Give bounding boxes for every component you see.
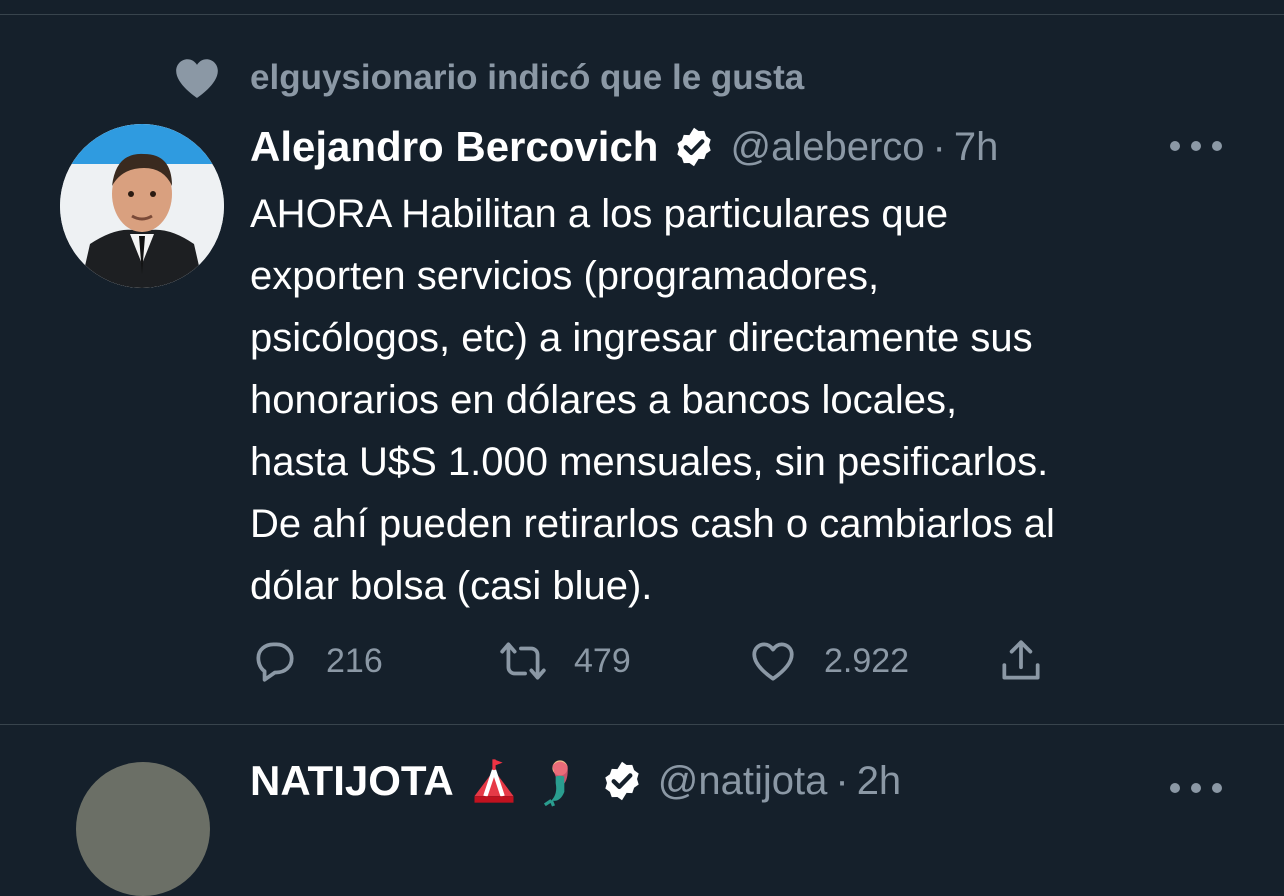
verified-badge-icon [672, 125, 716, 169]
share-button[interactable] [996, 632, 1046, 690]
circus-tent-emoji [468, 755, 520, 807]
tweet-divider [0, 724, 1284, 725]
retweet-icon [498, 636, 548, 686]
author-handle[interactable]: @aleberco [730, 125, 924, 170]
mermaid-emoji [534, 755, 586, 807]
next-tweet-header: NATIJOTA @natijota · 2h [250, 755, 902, 807]
tweet-timestamp[interactable]: 7h [954, 125, 999, 170]
tweet-text-line: psicólogos, etc) a ingresar directamente… [250, 316, 1033, 360]
reply-icon [250, 636, 300, 686]
tweet-text-line: AHORA Habilitan a los particulares que [250, 192, 949, 236]
next-header-separator: · [835, 758, 849, 803]
retweet-count: 479 [574, 641, 631, 680]
author-avatar[interactable] [60, 124, 224, 288]
social-context-text: elguysionario indicó que le gusta [250, 58, 805, 97]
tweet-text-line: dólar bolsa (casi blue). [250, 564, 653, 608]
tweet-text: AHORA Habilitan a los particulares que e… [250, 183, 1260, 617]
reply-button[interactable]: 216 [250, 632, 383, 690]
author-name[interactable]: Alejandro Bercovich [250, 123, 658, 171]
next-tweet-timestamp[interactable]: 2h [857, 759, 902, 804]
reply-count: 216 [326, 641, 383, 680]
like-icon [748, 636, 798, 686]
more-options-icon[interactable] [1170, 128, 1222, 164]
share-icon [996, 636, 1046, 686]
tweet-text-line: De ahí pueden retirarlos cash o cambiarl… [250, 502, 1055, 546]
heart-filled-icon [172, 53, 222, 103]
next-author-name[interactable]: NATIJOTA [250, 757, 454, 805]
like-count: 2.922 [824, 641, 910, 680]
next-author-handle[interactable]: @natijota [658, 759, 828, 804]
retweet-button[interactable]: 479 [498, 632, 631, 690]
next-author-avatar[interactable] [76, 762, 210, 896]
tweet-header: Alejandro Bercovich @aleberco · 7h [250, 122, 998, 172]
header-separator: · [932, 124, 946, 169]
social-context[interactable]: elguysionario indicó que le gusta [172, 52, 804, 104]
tweet-actions: 216 479 2.922 [250, 632, 1070, 690]
like-button[interactable]: 2.922 [748, 632, 909, 690]
next-more-options-icon[interactable] [1170, 778, 1222, 798]
top-divider [0, 14, 1284, 15]
tweet-text-line: hasta U$S 1.000 mensuales, sin pesificar… [250, 440, 1049, 484]
next-verified-badge-icon [600, 759, 644, 803]
tweet-text-line: exporten servicios (programadores, [250, 254, 880, 298]
tweet-text-line: honorarios en dólares a bancos locales, [250, 378, 958, 422]
